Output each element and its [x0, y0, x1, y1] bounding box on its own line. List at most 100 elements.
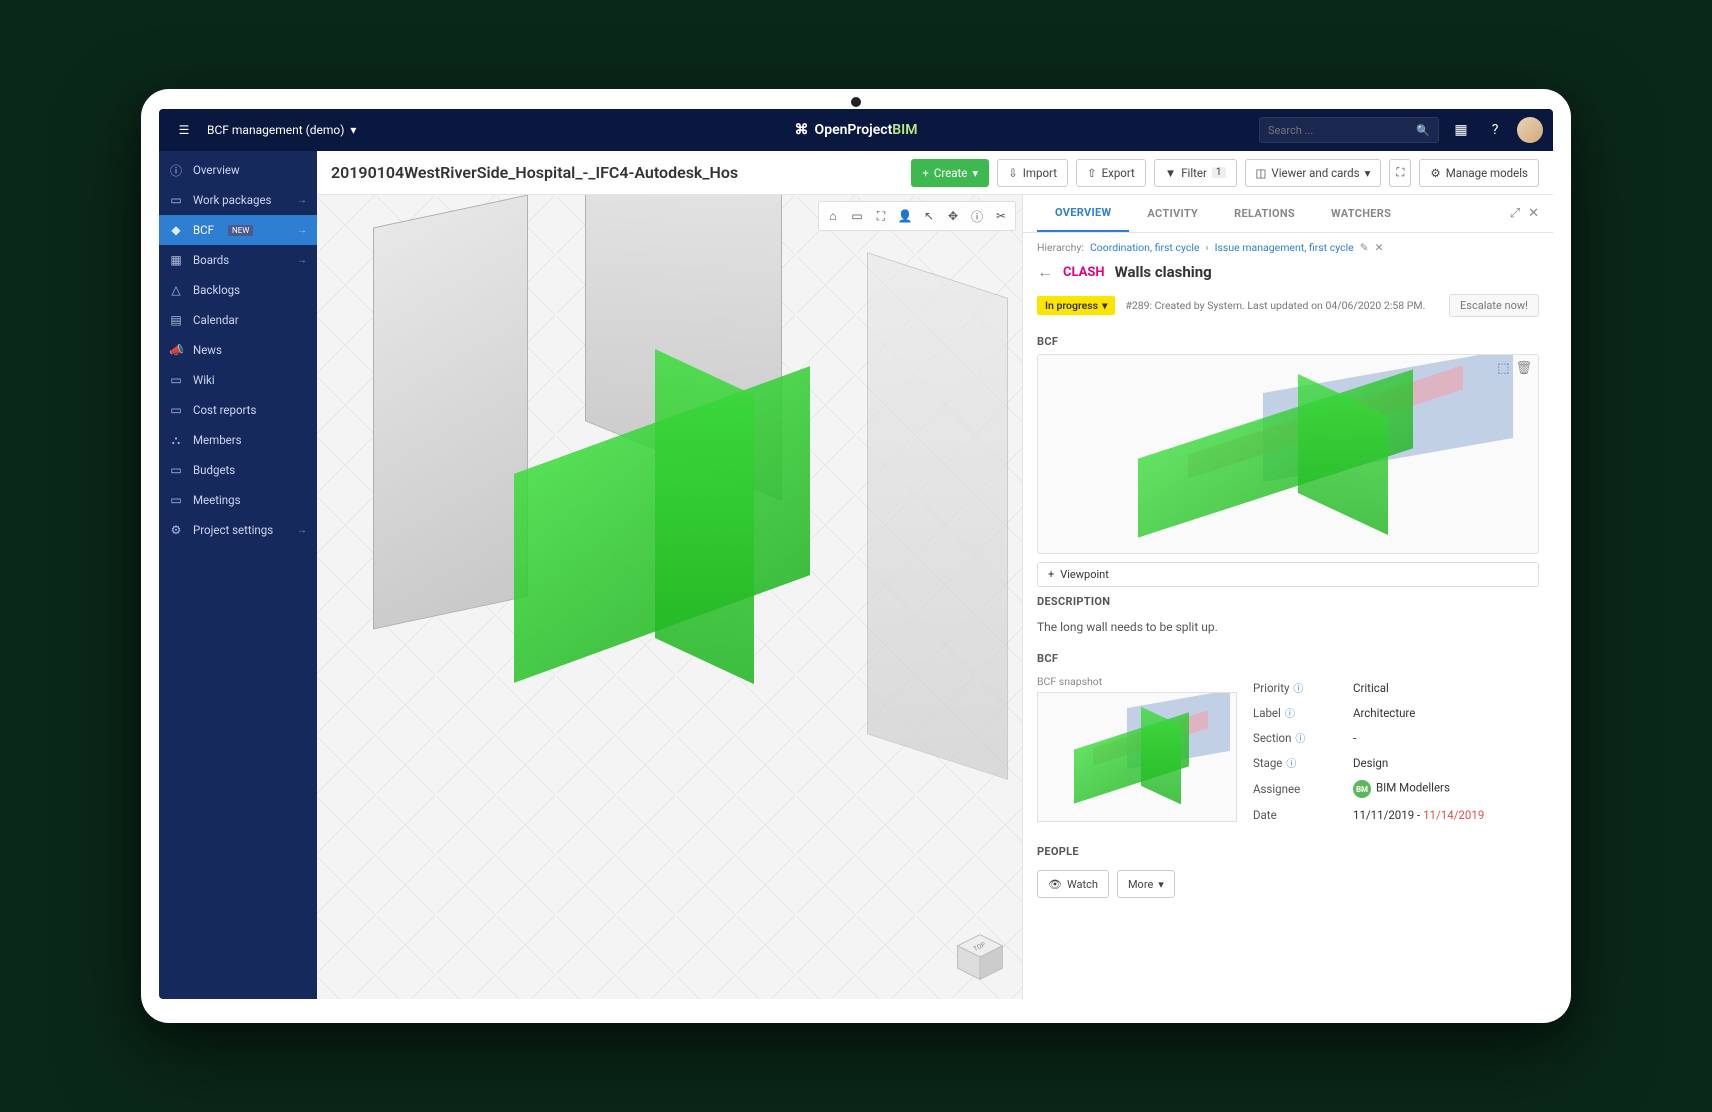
close-icon[interactable]: ✕ — [1528, 206, 1539, 221]
chevron-right-icon: → — [297, 255, 307, 266]
hamburger-icon[interactable]: ☰ — [169, 123, 199, 137]
sidebar-item-meetings[interactable]: ▭Meetings — [159, 485, 317, 515]
details-tabs: OVERVIEW ACTIVITY RELATIONS WATCHERS ⤢ ✕ — [1023, 195, 1553, 233]
logo-text: OpenProject — [815, 122, 893, 138]
sidebar-item-budgets[interactable]: ▭Budgets — [159, 455, 317, 485]
issue-type-badge: CLASH — [1063, 265, 1105, 280]
sidebar-item-wiki[interactable]: ▭Wiki — [159, 365, 317, 395]
apps-icon[interactable]: ▦ — [1449, 118, 1473, 142]
watch-button[interactable]: 👁 Watch — [1037, 870, 1109, 898]
breadcrumb-link-1[interactable]: Coordination, first cycle — [1090, 241, 1200, 254]
view-mode-label: Viewer and cards — [1271, 166, 1359, 180]
filter-count: 1 — [1212, 167, 1226, 178]
section-bcf2: BCF — [1023, 644, 1553, 671]
stage-value[interactable]: Design — [1353, 756, 1388, 770]
export-button[interactable]: ⇧ Export — [1076, 159, 1146, 187]
sidebar-item-project-settings[interactable]: ⚙Project settings→ — [159, 515, 317, 545]
back-icon[interactable]: ← — [1037, 262, 1053, 282]
page-title: 20190104WestRiverSide_Hospital_-_IFC4-Au… — [331, 163, 903, 182]
manage-models-button[interactable]: ⚙ Manage models — [1419, 159, 1539, 187]
sidebar-item-overview[interactable]: ⓘOverview — [159, 155, 317, 185]
help-icon[interactable]: ? — [1483, 118, 1507, 142]
info-icon[interactable]: ⓘ — [966, 205, 988, 227]
breadcrumb-link-2[interactable]: Issue management, first cycle — [1215, 241, 1354, 254]
chevron-right-icon: › — [1206, 241, 1209, 254]
sidebar-item-bcf[interactable]: ◆BCFNEW→ — [159, 215, 317, 245]
assignee-label: Assignee — [1253, 782, 1353, 796]
tab-watchers[interactable]: WATCHERS — [1313, 195, 1409, 232]
escalate-button[interactable]: Escalate now! — [1449, 294, 1539, 317]
logo-suffix: BIM — [892, 122, 917, 138]
sidebar-icon: ▭ — [169, 403, 183, 417]
section-value[interactable]: - — [1353, 731, 1356, 745]
remove-icon[interactable]: ✕ — [1375, 241, 1384, 254]
priority-value[interactable]: Critical — [1353, 681, 1389, 695]
app-logo: ⌘ OpenProjectBIM — [795, 122, 918, 138]
sidebar-item-work-packages[interactable]: ▭Work packages→ — [159, 185, 317, 215]
camera-icon[interactable]: ▭ — [846, 205, 868, 227]
stage-label: Stage — [1253, 756, 1282, 770]
help-icon[interactable]: ⓘ — [1295, 730, 1305, 745]
help-icon[interactable]: ⓘ — [1286, 755, 1296, 770]
sidebar-item-news[interactable]: 📣News — [159, 335, 317, 365]
tab-relations[interactable]: RELATIONS — [1216, 195, 1313, 232]
home-icon[interactable]: ⌂ — [822, 205, 844, 227]
date-value[interactable]: 11/11/2019 - 11/14/2019 — [1353, 808, 1484, 822]
link-icon: ⌘ — [795, 122, 809, 138]
sidebar-item-cost-reports[interactable]: ▭Cost reports — [159, 395, 317, 425]
search-field[interactable] — [1268, 124, 1416, 137]
section-people: PEOPLE — [1023, 837, 1553, 864]
sidebar-item-boards[interactable]: ▦Boards→ — [159, 245, 317, 275]
status-badge[interactable]: In progress ▾ — [1037, 296, 1115, 315]
delete-icon[interactable]: 🗑 — [1515, 361, 1532, 376]
import-button[interactable]: ⇩ Import — [997, 159, 1068, 187]
cut-icon[interactable]: ✂ — [990, 205, 1012, 227]
bcf-snapshot-thumb[interactable] — [1037, 692, 1237, 822]
tab-activity[interactable]: ACTIVITY — [1129, 195, 1216, 232]
create-button[interactable]: + Create ▾ — [911, 159, 989, 187]
sidebar-item-label: Members — [193, 433, 242, 447]
fullscreen-button[interactable]: ⛶ — [1389, 159, 1411, 187]
sidebar-item-members[interactable]: ⛬Members — [159, 425, 317, 455]
3d-viewer[interactable]: ⌂ ▭ ⛶ 👤 ↖ ✥ ⓘ ✂ — [317, 195, 1023, 999]
assignee-name: BIM Modellers — [1376, 781, 1450, 795]
tablet-frame: ☰ BCF management (demo) ▾ ⌘ OpenProjectB… — [141, 89, 1571, 1023]
project-name-label: BCF management (demo) — [207, 123, 344, 137]
fit-icon[interactable]: ⛶ — [870, 205, 892, 227]
date-label: Date — [1253, 808, 1353, 822]
view-mode-button[interactable]: ◫ Viewer and cards ▾ — [1245, 159, 1382, 187]
move-icon[interactable]: ✥ — [942, 205, 964, 227]
search-input[interactable]: 🔍 — [1259, 117, 1439, 143]
cube-icon[interactable]: ⬚ — [1497, 361, 1509, 376]
add-viewpoint-button[interactable]: + Viewpoint — [1037, 562, 1539, 587]
cursor-icon[interactable]: ↖ — [918, 205, 940, 227]
app-screen: ☰ BCF management (demo) ▾ ⌘ OpenProjectB… — [159, 109, 1553, 999]
clash-wall-2 — [655, 349, 754, 684]
breadcrumb-prefix: Hierarchy: — [1037, 241, 1084, 254]
tablet-camera — [851, 97, 861, 107]
date-start: 11/11/2019 — [1353, 808, 1414, 822]
description-text: The long wall needs to be split up. — [1023, 614, 1553, 644]
wall-element — [373, 195, 528, 630]
project-selector[interactable]: BCF management (demo) ▾ — [199, 123, 364, 137]
label-label: Label — [1253, 706, 1281, 720]
more-button[interactable]: More ▾ — [1117, 870, 1175, 898]
section-bcf: BCF — [1023, 327, 1553, 354]
label-value[interactable]: Architecture — [1353, 706, 1415, 720]
assignee-value[interactable]: BMBIM Modellers — [1353, 780, 1450, 798]
edit-icon[interactable]: ✎ — [1360, 241, 1369, 254]
sidebar-item-calendar[interactable]: ▤Calendar — [159, 305, 317, 335]
help-icon[interactable]: ⓘ — [1285, 705, 1295, 720]
user-icon[interactable]: 👤 — [894, 205, 916, 227]
navigation-cube[interactable]: TOP — [952, 929, 1008, 985]
help-icon[interactable]: ⓘ — [1293, 680, 1303, 695]
manage-label: Manage models — [1446, 166, 1528, 180]
filter-button[interactable]: ▼ Filter 1 — [1154, 159, 1237, 187]
watch-label: Watch — [1067, 878, 1098, 891]
bcf-snapshot[interactable]: ⬚ 🗑 — [1037, 354, 1539, 554]
user-avatar[interactable] — [1517, 117, 1543, 143]
sidebar-item-backlogs[interactable]: △Backlogs — [159, 275, 317, 305]
sidebar-icon: ▭ — [169, 373, 183, 387]
tab-overview[interactable]: OVERVIEW — [1037, 195, 1129, 232]
expand-icon[interactable]: ⤢ — [1510, 206, 1520, 221]
